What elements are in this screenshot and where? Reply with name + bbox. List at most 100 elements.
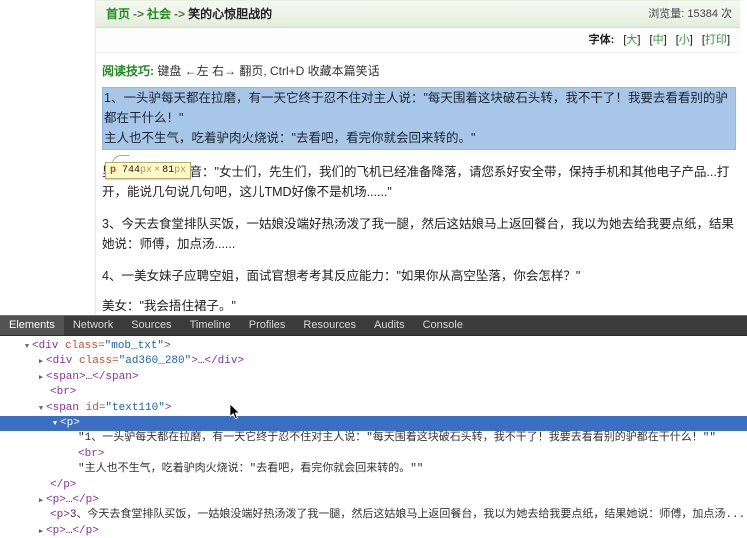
dom-node-br-1[interactable]: <br> — [0, 385, 747, 400]
joke-paragraph-highlighted[interactable]: 1、一头驴每天都在拉磨，有一天它终于忍不住对主人说："每天围着这块破石头转，我不… — [102, 87, 736, 150]
tab-resources[interactable]: Resources — [294, 316, 365, 335]
font-size-label: 字体: — [588, 34, 615, 46]
font-size-medium-button[interactable]: [中] — [650, 34, 667, 46]
attr-name: class= — [58, 340, 105, 352]
measure-times-symbol: × — [154, 165, 161, 176]
font-size-medium-label: 中 — [652, 34, 664, 46]
breadcrumb: 首页 -> 社会 -> 笑的心惊胆战的 — [106, 1, 272, 27]
text-node: 3、今天去食堂排队买饭，一姑娘没端好热汤泼了我一腿，然后这姑娘马上返回餐台，我以… — [69, 509, 747, 522]
joke-line-2: 主人也不生气，吃着驴肉火烧说："去看吧，看完你就会回来转的。" — [104, 131, 476, 145]
measure-tag-name: p — [110, 165, 117, 176]
reading-tips: 阅读技巧: 键盘 ←左 右→ 翻页, Ctrl+D 收藏本篇笑话 — [96, 53, 740, 87]
dom-node-span-text110[interactable]: <span id="text110"> — [0, 401, 747, 416]
attr-value: "ad360_280" — [118, 355, 192, 368]
tag-end: </p> — [72, 493, 99, 506]
dom-node-p-close[interactable]: </p> — [0, 478, 747, 493]
devtools-panel: Elements Network Sources Timeline Profil… — [0, 315, 747, 538]
dom-node-p-selected[interactable]: <p> — [0, 415, 747, 432]
text-node: "主人也不生气，吃着驴肉火烧说："去看吧，看完你就会回来转的。"" — [78, 463, 424, 476]
joke-paragraph-3[interactable]: 3、今天去食堂排队买饭，一姑娘没端好热汤泼了我一腿，然后这姑娘马上返回餐台，我以… — [102, 214, 736, 254]
tag-br: <br> — [50, 386, 77, 399]
tag-end: </p> — [50, 478, 77, 491]
tab-network[interactable]: Network — [64, 316, 122, 335]
breadcrumb-link-category[interactable]: 社会 — [147, 1, 171, 27]
disclosure-triangle-icon[interactable] — [22, 339, 32, 355]
tab-profiles[interactable]: Profiles — [240, 316, 295, 335]
bracket-close: ] — [689, 34, 693, 46]
element-measure-tooltip: p 744px × 81px — [105, 162, 192, 179]
font-size-small-label: 小 — [678, 34, 690, 46]
tag-end: </span> — [92, 370, 139, 383]
dom-node-div-ad360[interactable]: <div class="ad360_280">…</div> — [0, 354, 747, 369]
print-label: 打印 — [704, 34, 727, 46]
dom-tree[interactable]: <div class="mob_txt"> <div class="ad360_… — [0, 336, 747, 538]
disclosure-triangle-icon[interactable] — [36, 493, 46, 509]
tab-timeline[interactable]: Timeline — [181, 316, 240, 335]
breadcrumb-separator-2: -> — [174, 7, 186, 21]
dom-text-node-1[interactable]: "1、一头驴每天都在拉磨，有一天它终于忍不住对主人说："每天围着这块破石头转，我… — [0, 431, 747, 446]
tag-open: <p> — [60, 416, 80, 429]
page-title: 笑的心惊胆战的 — [188, 7, 273, 21]
reading-tips-text: 键盘 ←左 右→ 翻页, Ctrl+D 收藏本篇笑话 — [154, 64, 380, 78]
breadcrumb-separator-1: -> — [133, 7, 145, 21]
joke-list: 1、一头驴每天都在拉磨，有一天它终于忍不住对主人说："每天围着这块破石头转，我不… — [96, 87, 740, 315]
tag-end: </div> — [204, 355, 245, 368]
disclosure-triangle-icon[interactable] — [36, 524, 46, 538]
dom-text-node-2[interactable]: "主人也不生气，吃着驴肉火烧说："去看吧，看完你就会回来转的。"" — [0, 462, 747, 477]
text-node: "1、一头驴每天都在拉磨，有一天它终于忍不住对主人说："每天围着这块破石头转，我… — [78, 432, 717, 445]
joke-paragraph-4[interactable]: 4、一美女妹子应聘空姐，面试官想考考其反应能力："如果你从高空坠落，你会怎样？" — [102, 266, 736, 286]
attr-value: "mob_txt" — [104, 340, 165, 352]
disclosure-triangle-icon[interactable] — [36, 370, 46, 386]
tab-sources[interactable]: Sources — [122, 316, 180, 335]
tag-open: <p> — [50, 509, 70, 522]
bracket-close: ] — [726, 34, 730, 46]
bracket-close: ] — [637, 34, 641, 46]
tab-elements[interactable]: Elements — [0, 316, 64, 335]
tag-open: <p> — [46, 493, 66, 506]
tag-close: > — [164, 340, 171, 352]
joke-paragraph-5[interactable]: 美女："我会捂住裙子。" — [102, 296, 736, 315]
tag-close: > — [191, 355, 198, 368]
dom-node-span-1[interactable]: <span>…</span> — [0, 370, 747, 385]
tag-close: > — [164, 401, 172, 414]
page-right-gutter — [740, 0, 747, 315]
view-count-label: 浏览量: 15384 次 — [648, 8, 732, 20]
font-size-toolbar: 字体: [大] [中] [小] [打印] — [96, 28, 740, 53]
disclosure-triangle-icon[interactable] — [36, 401, 46, 417]
tag-open: <span> — [46, 370, 86, 383]
joke-line-1: 1、一头驴每天都在拉磨，有一天它终于忍不住对主人说："每天围着这块破石头转，我不… — [104, 91, 728, 125]
dom-node-br-2[interactable]: <br> — [0, 447, 747, 462]
font-size-large-button[interactable]: [大] — [623, 34, 640, 46]
browser-viewport: 首页 -> 社会 -> 笑的心惊胆战的 浏览量: 15384 次 字体: [大]… — [0, 0, 747, 315]
tag-br: <br> — [78, 447, 105, 460]
attr-name: id= — [79, 401, 106, 414]
tag-open: <div — [32, 340, 59, 352]
dom-node-p-3[interactable]: <p>3、今天去食堂排队买饭，一姑娘没端好热汤泼了我一腿，然后这姑娘马上返回餐台… — [0, 508, 747, 523]
font-size-large-label: 大 — [626, 34, 638, 46]
tab-console[interactable]: Console — [414, 316, 472, 335]
font-size-small-button[interactable]: [小] — [676, 34, 693, 46]
tag-open: <div — [46, 355, 73, 368]
measure-height-unit: px — [174, 165, 187, 176]
dom-node-p-4[interactable]: <p>…</p> — [0, 524, 747, 538]
measure-height: 81 — [162, 165, 175, 176]
tag-end: </p> — [72, 524, 99, 537]
devtools-tabbar: Elements Network Sources Timeline Profil… — [0, 316, 747, 336]
disclosure-triangle-icon[interactable] — [36, 354, 46, 370]
dom-node-div-mobtxt[interactable]: <div class="mob_txt"> — [0, 339, 747, 354]
measure-width-unit: px — [140, 165, 153, 176]
reading-tips-label: 阅读技巧: — [102, 64, 154, 78]
breadcrumb-link-home[interactable]: 首页 — [106, 1, 130, 27]
disclosure-triangle-icon[interactable] — [50, 416, 60, 432]
dom-node-p-2[interactable]: <p>…</p> — [0, 493, 747, 508]
breadcrumb-bar: 首页 -> 社会 -> 笑的心惊胆战的 浏览量: 15384 次 — [96, 0, 740, 28]
page-left-gutter — [0, 0, 96, 315]
bracket-close: ] — [663, 34, 667, 46]
article-content-column: 首页 -> 社会 -> 笑的心惊胆战的 浏览量: 15384 次 字体: [大]… — [96, 0, 740, 315]
tab-audits[interactable]: Audits — [365, 316, 414, 335]
tag-open: <span — [46, 401, 80, 414]
joke-paragraph-2[interactable]: 里传来机长的声音："女士们，先生们，我们的飞机已经准备降落，请您系好安全带，保持… — [102, 162, 736, 202]
print-button[interactable]: [打印] — [702, 34, 730, 46]
measure-width: 744 — [122, 165, 141, 176]
attr-name: class= — [72, 355, 119, 368]
